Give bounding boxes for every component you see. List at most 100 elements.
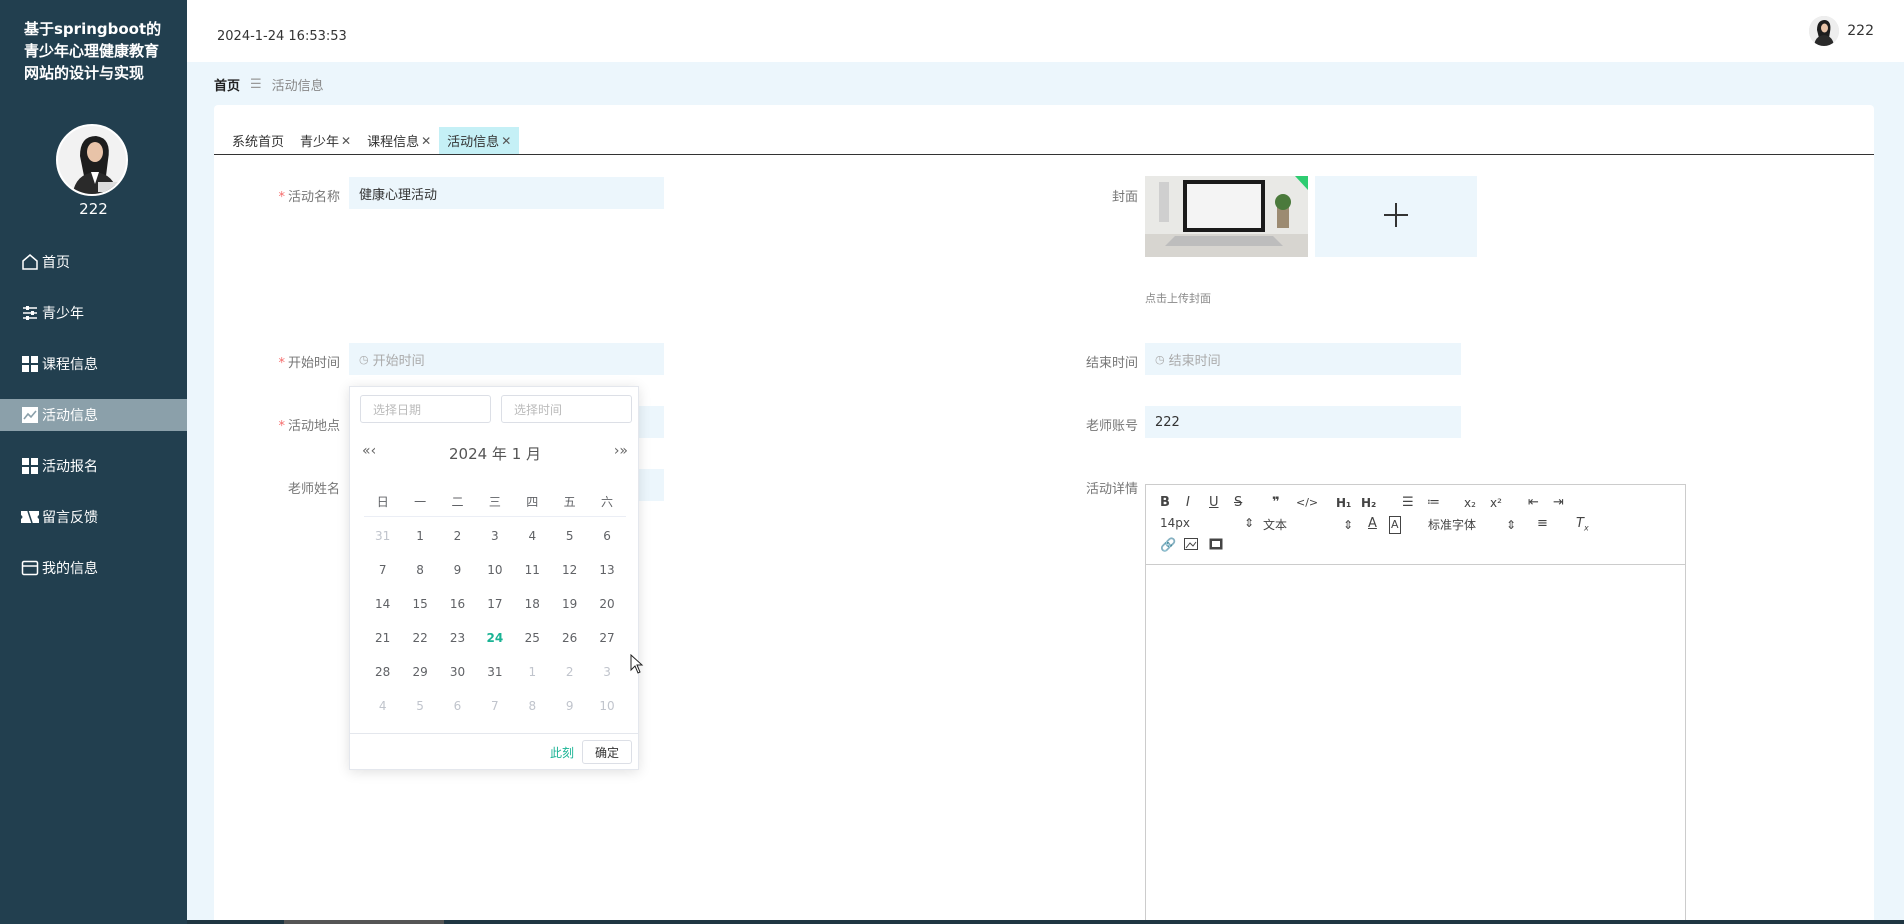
blockquote-icon[interactable]: ❞ xyxy=(1272,495,1280,511)
calendar-day[interactable]: 27 xyxy=(588,621,625,655)
code-icon[interactable]: </> xyxy=(1296,495,1318,511)
calendar-day[interactable]: 4 xyxy=(514,519,551,553)
font-family-select[interactable]: 标准字体 ⇕ xyxy=(1428,516,1516,533)
calendar-day[interactable]: 1 xyxy=(401,519,438,553)
picker-next-month-year-icon[interactable]: ›» xyxy=(614,443,628,459)
activity-name-input[interactable]: 健康心理活动 xyxy=(349,177,664,209)
calendar-day[interactable]: 31 xyxy=(476,655,513,689)
bold-icon[interactable]: B xyxy=(1160,495,1170,511)
calendar-day[interactable]: 11 xyxy=(514,553,551,587)
underline-icon[interactable]: U xyxy=(1209,495,1219,511)
picker-date-input[interactable]: 选择日期 xyxy=(360,395,491,423)
upload-cover-button[interactable] xyxy=(1315,176,1477,257)
calendar-day[interactable]: 20 xyxy=(588,587,625,621)
teacher-account-input[interactable]: 222 xyxy=(1145,406,1461,438)
calendar-day-today[interactable]: 24 xyxy=(476,621,513,655)
picker-time-input[interactable]: 选择时间 xyxy=(501,395,632,423)
sidebar-item-profile[interactable]: 我的信息 xyxy=(0,552,187,584)
close-icon[interactable]: ✕ xyxy=(421,134,431,148)
calendar-day[interactable]: 1 xyxy=(514,655,551,689)
sidebar-item-feedback[interactable]: 留言反馈 xyxy=(0,501,187,533)
calendar-day[interactable]: 23 xyxy=(439,621,476,655)
strikethrough-icon[interactable]: S xyxy=(1234,495,1242,511)
heading1-icon[interactable]: H₁ xyxy=(1336,495,1351,511)
calendar-day[interactable]: 7 xyxy=(476,689,513,723)
calendar-day[interactable]: 19 xyxy=(551,587,588,621)
background-color-icon[interactable]: A xyxy=(1389,516,1401,534)
sidebar-item-activities[interactable]: 活动信息 xyxy=(0,399,187,431)
calendar-day[interactable]: 28 xyxy=(364,655,401,689)
indent-icon[interactable]: ⇥ xyxy=(1553,495,1564,511)
italic-icon[interactable]: I xyxy=(1186,495,1190,511)
calendar-day[interactable]: 13 xyxy=(588,553,625,587)
calendar-day[interactable]: 8 xyxy=(514,689,551,723)
header-avatar[interactable] xyxy=(1809,16,1840,46)
calendar-day[interactable]: 16 xyxy=(439,587,476,621)
calendar-day[interactable]: 21 xyxy=(364,621,401,655)
end-time-input[interactable]: ◷ 结束时间 xyxy=(1145,343,1461,375)
bullet-list-icon[interactable]: ≔ xyxy=(1427,495,1440,511)
sidebar-item-youth[interactable]: 青少年 xyxy=(0,297,187,329)
calendar-day[interactable]: 5 xyxy=(401,689,438,723)
horizontal-scrollbar[interactable] xyxy=(187,920,1904,924)
picker-now-button[interactable]: 此刻 xyxy=(550,744,574,761)
subscript-icon[interactable]: x₂ xyxy=(1464,495,1476,511)
close-icon[interactable]: ✕ xyxy=(341,134,351,148)
calendar-day[interactable]: 18 xyxy=(514,587,551,621)
calendar-day[interactable]: 2 xyxy=(439,519,476,553)
calendar-day[interactable]: 14 xyxy=(364,587,401,621)
calendar-day[interactable]: 9 xyxy=(551,689,588,723)
calendar-day[interactable]: 25 xyxy=(514,621,551,655)
block-type-select[interactable]: 文本 ⇕ xyxy=(1263,516,1353,533)
sidebar-avatar[interactable] xyxy=(56,124,128,196)
tab-youth[interactable]: 青少年 ✕ xyxy=(292,127,359,154)
calendar-day[interactable]: 5 xyxy=(551,519,588,553)
calendar-day[interactable]: 10 xyxy=(476,553,513,587)
superscript-icon[interactable]: x² xyxy=(1490,495,1502,511)
calendar-day[interactable]: 26 xyxy=(551,621,588,655)
calendar-day[interactable]: 3 xyxy=(476,519,513,553)
ordered-list-icon[interactable]: ☰ xyxy=(1402,495,1414,511)
outdent-icon[interactable]: ⇤ xyxy=(1528,495,1539,511)
clear-format-icon[interactable]: Tx xyxy=(1576,516,1589,537)
sidebar-item-label: 我的信息 xyxy=(42,561,98,577)
breadcrumb-home[interactable]: 首页 xyxy=(214,75,240,94)
calendar-day[interactable]: 6 xyxy=(439,689,476,723)
calendar-day[interactable]: 31 xyxy=(364,519,401,553)
link-icon[interactable]: 🔗 xyxy=(1160,538,1176,554)
sidebar-item-registration[interactable]: 活动报名 xyxy=(0,450,187,482)
picker-title[interactable]: 2024 年 1 月 xyxy=(350,443,640,464)
calendar-day[interactable]: 15 xyxy=(401,587,438,621)
tab-courses[interactable]: 课程信息 ✕ xyxy=(359,127,439,154)
calendar-day[interactable]: 17 xyxy=(476,587,513,621)
close-icon[interactable]: ✕ xyxy=(501,134,511,148)
image-icon[interactable] xyxy=(1184,538,1198,555)
calendar-day[interactable]: 6 xyxy=(588,519,625,553)
calendar-day[interactable]: 3 xyxy=(588,655,625,689)
calendar-day[interactable]: 7 xyxy=(364,553,401,587)
sidebar-item-home[interactable]: 首页 xyxy=(0,246,187,278)
start-time-input[interactable]: ◷ 开始时间 xyxy=(349,343,664,375)
tab-activities[interactable]: 活动信息 ✕ xyxy=(439,127,520,154)
picker-confirm-button[interactable]: 确定 xyxy=(582,740,632,764)
scrollbar-thumb[interactable] xyxy=(284,920,444,924)
calendar-day[interactable]: 30 xyxy=(439,655,476,689)
heading2-icon[interactable]: H₂ xyxy=(1361,495,1376,511)
calendar-day[interactable]: 4 xyxy=(364,689,401,723)
font-color-icon[interactable]: A xyxy=(1368,516,1377,532)
tab-system-home[interactable]: 系统首页 xyxy=(224,127,292,154)
calendar-day[interactable]: 22 xyxy=(401,621,438,655)
calendar-day[interactable]: 9 xyxy=(439,553,476,587)
cover-image[interactable] xyxy=(1145,176,1308,257)
header-user[interactable]: 222 xyxy=(1809,16,1874,46)
font-size-select[interactable]: 14px ⇕ xyxy=(1160,516,1254,530)
sidebar-item-courses[interactable]: 课程信息 xyxy=(0,348,187,380)
calendar-day[interactable]: 10 xyxy=(588,689,625,723)
video-icon[interactable] xyxy=(1209,538,1223,555)
calendar-day[interactable]: 12 xyxy=(551,553,588,587)
calendar-day[interactable]: 2 xyxy=(551,655,588,689)
rich-text-editor[interactable]: B I U S ❞ </> H₁ H₂ ☰ ≔ x₂ x² ⇤ ⇥ 14px ⇕ … xyxy=(1145,484,1686,924)
align-icon[interactable]: ≡ xyxy=(1537,516,1548,532)
calendar-day[interactable]: 8 xyxy=(401,553,438,587)
calendar-day[interactable]: 29 xyxy=(401,655,438,689)
